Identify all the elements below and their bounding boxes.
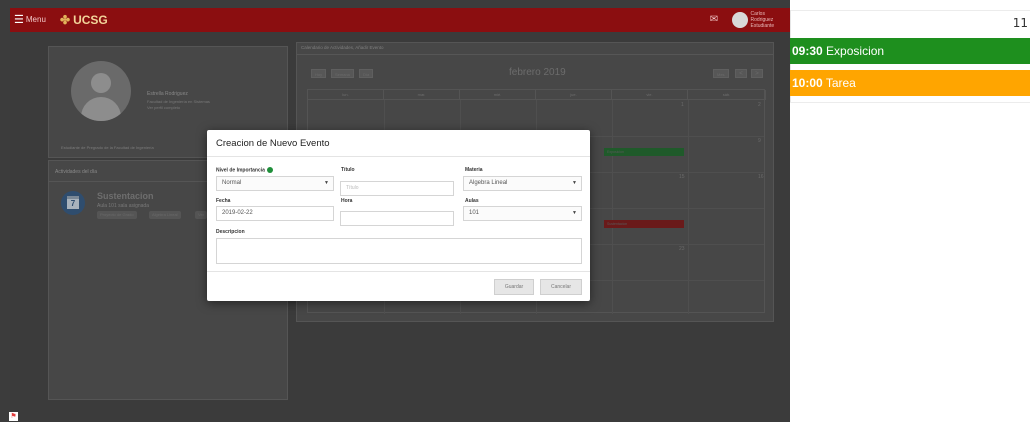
fecha-value: 2019-02-22 bbox=[222, 210, 253, 216]
new-event-dialog: Creacion de Nuevo Evento Nivel de Import… bbox=[207, 130, 590, 301]
titulo-field bbox=[340, 176, 454, 196]
materia-select[interactable]: Algebra Lineal ▼ bbox=[463, 176, 582, 191]
flag-icon: ⚑ bbox=[9, 412, 18, 421]
event-time: 09:30 bbox=[792, 44, 823, 58]
event-time: 10:00 bbox=[792, 76, 823, 90]
app-window: ☰ Menu ✤ UCSG ✉ Carlos Rodriguez Estudia… bbox=[0, 0, 790, 422]
titulo-input[interactable] bbox=[340, 180, 454, 196]
materia-value: Algebra Lineal bbox=[469, 180, 508, 186]
hora-field bbox=[340, 206, 454, 226]
hora-input[interactable] bbox=[340, 210, 454, 226]
descripcion-label: Descripcion bbox=[216, 229, 245, 235]
importance-label-text: Nivel de Importancia bbox=[216, 167, 265, 174]
side-event[interactable]: 10:00 Tarea bbox=[790, 70, 1030, 96]
divider bbox=[790, 102, 1030, 103]
chevron-down-icon: ▼ bbox=[572, 210, 577, 216]
importance-value: Normal bbox=[222, 180, 242, 186]
descripcion-field bbox=[216, 238, 582, 269]
event-title: Exposicion bbox=[826, 44, 885, 58]
dialog-title: Creacion de Nuevo Evento bbox=[216, 138, 330, 149]
fecha-label: Fecha bbox=[216, 198, 231, 204]
day-events-panel: 11 09:30 Exposicion 10:00 Tarea bbox=[790, 10, 1030, 422]
fecha-input[interactable]: 2019-02-22 bbox=[216, 206, 334, 221]
aulas-select[interactable]: 101 ▼ bbox=[463, 206, 582, 221]
help-icon[interactable] bbox=[267, 167, 274, 173]
divider bbox=[790, 10, 1030, 11]
importance-select[interactable]: Normal ▼ bbox=[216, 176, 334, 191]
cancel-button[interactable]: Cancelar bbox=[540, 279, 582, 295]
event-title: Tarea bbox=[825, 76, 856, 90]
day-number: 11 bbox=[1012, 16, 1028, 30]
divider bbox=[207, 156, 590, 157]
chevron-down-icon: ▼ bbox=[324, 180, 329, 186]
descripcion-textarea[interactable] bbox=[216, 238, 582, 264]
titulo-label: Título bbox=[341, 167, 355, 173]
aulas-label: Aulas bbox=[465, 198, 479, 204]
divider bbox=[207, 271, 590, 272]
save-button[interactable]: Guardar bbox=[494, 279, 534, 295]
materia-label: Materia bbox=[465, 167, 483, 173]
importance-label: Nivel de Importancia bbox=[216, 167, 274, 174]
chevron-down-icon: ▼ bbox=[572, 180, 577, 186]
hora-label: Hora bbox=[341, 198, 353, 204]
aulas-value: 101 bbox=[469, 210, 480, 216]
side-event[interactable]: 09:30 Exposicion bbox=[790, 38, 1030, 64]
